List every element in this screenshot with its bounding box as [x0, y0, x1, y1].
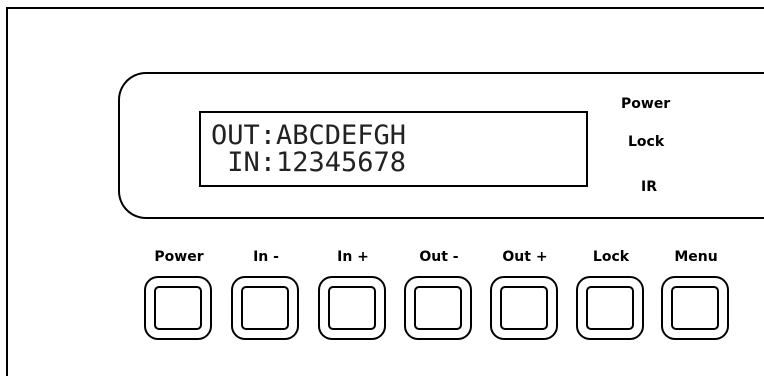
lock-button-face [586, 286, 634, 330]
out-minus-button-label: Out - [419, 249, 459, 265]
ir-indicator-label: IR [641, 179, 657, 195]
power-button-face [154, 286, 202, 330]
lcd-output-line: OUT:ABCDEFGH [211, 120, 407, 151]
out-plus-button-label: Out + [502, 249, 548, 265]
menu-button-label: Menu [674, 249, 718, 265]
menu-button[interactable] [661, 276, 729, 340]
out-minus-button[interactable] [404, 276, 472, 340]
menu-button-face [671, 286, 719, 330]
lock-indicator-label: Lock [628, 134, 665, 150]
in-plus-button[interactable] [318, 276, 386, 340]
in-minus-button[interactable] [231, 276, 299, 340]
in-plus-button-label: In + [337, 249, 369, 265]
power-button[interactable] [144, 276, 212, 340]
lock-button-label: Lock [592, 249, 630, 265]
in-minus-button-label: In - [253, 249, 279, 265]
power-button-label: Power [154, 249, 204, 265]
out-minus-button-face [414, 286, 462, 330]
lock-button[interactable] [576, 276, 644, 340]
lcd-input-line: IN:12345678 [211, 147, 407, 178]
in-plus-button-face [328, 286, 376, 330]
in-minus-button-face [241, 286, 289, 330]
power-indicator-label: Power [621, 96, 671, 112]
out-plus-button[interactable] [490, 276, 558, 340]
out-plus-button-face [500, 286, 548, 330]
